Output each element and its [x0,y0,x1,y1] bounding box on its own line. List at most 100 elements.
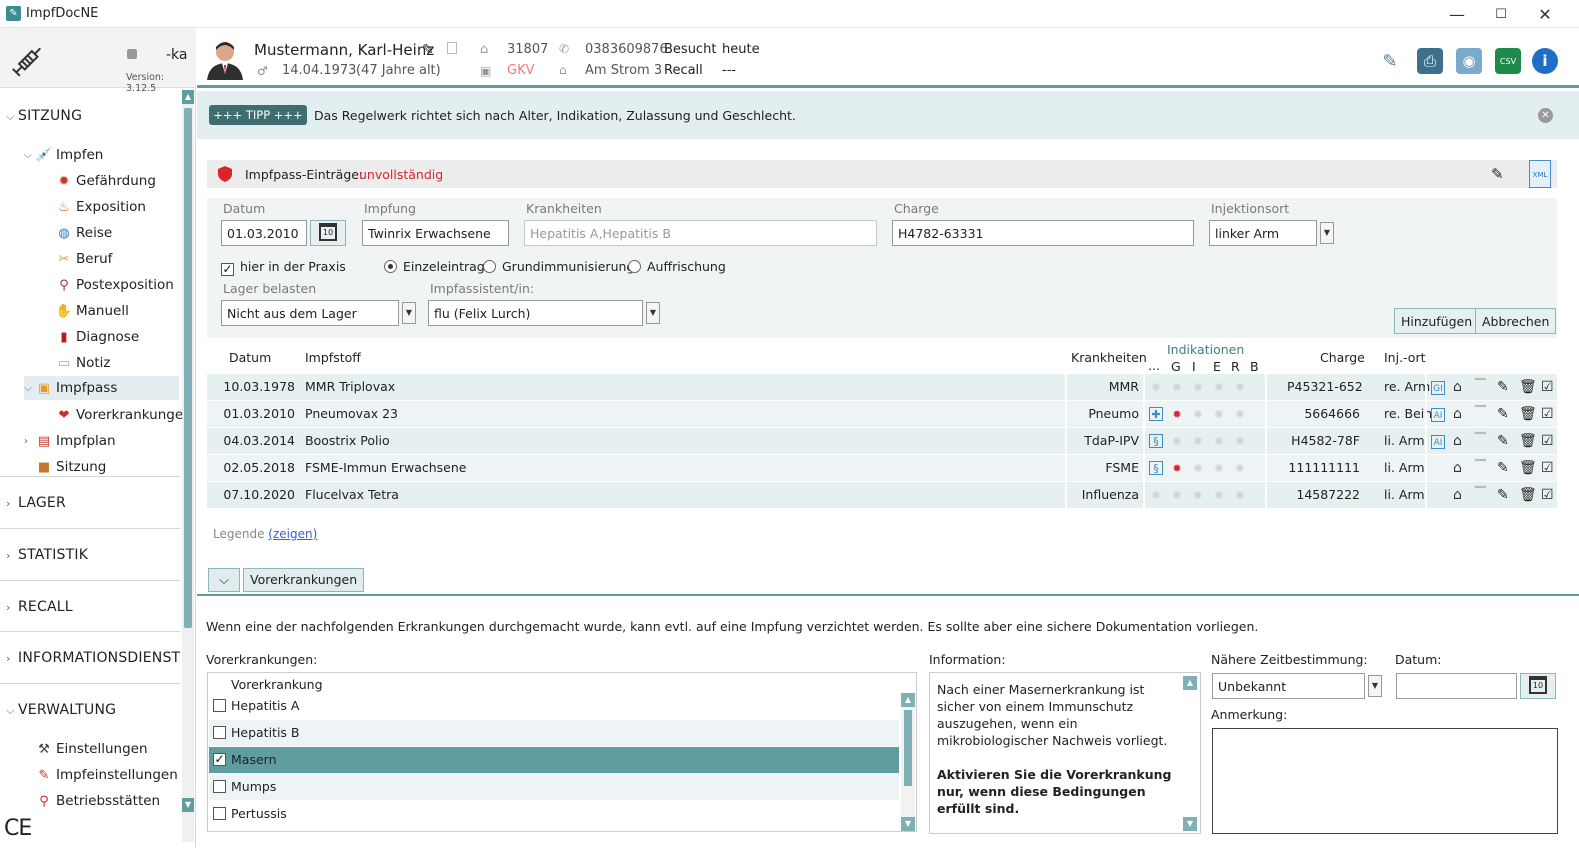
info-icon[interactable]: i [1532,48,1558,74]
home-icon[interactable]: ⌂ [1453,482,1462,508]
close-button[interactable]: ✕ [1523,0,1567,28]
tag-icon[interactable]: AI [1431,428,1445,454]
scroll-down-icon[interactable]: ▼ [182,798,194,812]
home-icon[interactable]: ⌂ [1453,374,1462,400]
scroll-up-icon[interactable]: ▲ [182,90,194,104]
scroll-up-icon[interactable]: ▲ [901,693,915,707]
tab-vorerkrankungen[interactable]: Vorerkrankungen [243,568,365,592]
syringe-action-icon[interactable]: ✎ [1377,48,1403,74]
section-sitzung[interactable]: ⌵ SITZUNG [6,108,82,124]
zeitbestimmung-select[interactable]: Unbekannt [1212,673,1365,699]
edit-icon[interactable]: ✎ [1497,455,1509,481]
assistent-dropdown-icon[interactable]: ▼ [646,302,660,324]
sidebar-item-impfplan[interactable]: › ▤ Impfplan [24,430,116,452]
edit-icon[interactable]: ✎ [1497,482,1509,508]
checkbox-icon[interactable] [213,780,226,793]
section-lager[interactable]: › LAGER [6,495,66,511]
col-charge[interactable]: Charge [1320,350,1365,365]
check-icon[interactable]: ☑ [1541,455,1554,481]
list-item[interactable]: ✓ Masern [209,747,899,773]
tag-icon[interactable]: AI [1431,401,1445,427]
close-tip-icon[interactable]: ✕ [1538,108,1553,123]
edit-patient-icon[interactable]: ✎ [422,42,434,58]
sidebar-item-impfpass[interactable]: ⌵ ▣ Impfpass [24,376,179,400]
home-icon[interactable]: ⌂ [1453,428,1462,454]
delete-icon[interactable]: 🗑 [1519,482,1537,508]
charge-input[interactable]: H4782-63331 [892,220,1194,246]
checkbox-checked-icon[interactable]: ✓ [213,753,226,766]
sidebar-item-notiz[interactable]: ▭ Notiz [56,352,111,374]
tag-icon[interactable]: GI [1431,374,1445,400]
list-item[interactable]: Mumps [209,774,899,800]
delete-icon[interactable]: 🗑 [1519,428,1537,454]
table-row[interactable]: 02.05.2018 FSME-Immun Erwachsene FSME 11111… [207,455,1557,481]
sidebar-item-impfen[interactable]: ⌵ 💉 Impfen [24,144,103,166]
datum-input-bottom[interactable] [1396,673,1517,699]
edit-impfpass-icon[interactable]: ✎ [1491,165,1504,183]
anmerkung-textarea[interactable] [1212,728,1558,834]
list-item[interactable]: Hepatitis A [209,693,899,719]
cancel-button[interactable]: Abbrechen [1475,308,1557,334]
col-krankheiten[interactable]: Krankheiten [1071,350,1147,365]
sidebar-item-gefaehrdung[interactable]: ✹ Gefährdung [56,170,156,192]
check-icon[interactable]: ☑ [1541,428,1554,454]
table-row[interactable]: 10.03.1978 MMR Triplovax MMR P45321-652 re. … [207,374,1557,400]
legend-toggle-link[interactable]: (zeigen) [268,527,317,541]
note-icon[interactable] [447,42,457,54]
list-item[interactable]: Pertussis [209,801,899,827]
check-icon[interactable]: ☑ [1541,482,1554,508]
collapse-tab-button[interactable]: ⌵ [208,568,240,592]
sidebar-item-betriebsstaetten[interactable]: ⚲ Betriebsstätten [36,790,160,812]
add-button[interactable]: Hinzufügen [1394,308,1480,334]
note-icon[interactable]: ▔ [1475,374,1486,400]
check-icon[interactable]: ☑ [1541,401,1554,427]
sidebar-item-beruf[interactable]: ✂ Beruf [56,248,113,270]
scroll-down-icon[interactable]: ▼ [1183,817,1197,831]
xml-export-icon[interactable]: XML [1529,160,1551,188]
sidebar-item-postexposition[interactable]: ⚲ Postexposition [56,274,174,296]
edit-icon[interactable]: ✎ [1497,374,1509,400]
edit-icon[interactable]: ✎ [1497,401,1509,427]
scroll-thumb[interactable] [904,710,912,786]
csv-export-icon[interactable]: CSV [1495,48,1521,74]
radio-auffrischung[interactable]: Auffrischung [628,259,726,274]
checkbox-icon[interactable] [213,726,226,739]
scroll-down-icon[interactable]: ▼ [901,817,915,831]
datum-calendar-button-bottom[interactable]: 10 [1520,673,1556,699]
delete-icon[interactable]: 🗑 [1519,455,1537,481]
sidebar-item-manuell[interactable]: ✋ Manuell [56,300,129,322]
note-icon[interactable]: ▔ [1475,455,1486,481]
lager-dropdown-icon[interactable]: ▼ [402,302,416,324]
check-icon[interactable]: ☑ [1541,374,1554,400]
sidebar-item-reise[interactable]: ◍ Reise [56,222,112,244]
home-icon[interactable]: ⌂ [1453,401,1462,427]
sidebar-scrollbar[interactable]: ▲ ▼ [182,90,194,842]
camera-icon[interactable]: ◉ [1456,48,1482,74]
datum-input[interactable]: 01.03.2010 [221,220,307,246]
table-row[interactable]: 07.10.2020 Flucelvax Tetra Influenza 145872… [207,482,1557,508]
col-datum[interactable]: Datum [229,350,271,365]
col-injort[interactable]: Inj.-ort [1384,350,1426,365]
delete-icon[interactable]: 🗑 [1519,401,1537,427]
section-verwaltung[interactable]: ⌵ VERWALTUNG [6,702,116,718]
injektionsort-select[interactable]: linker Arm [1209,220,1317,246]
sidebar-item-einstellungen[interactable]: ⚒ Einstellungen [36,738,147,760]
sidebar-item-impfeinstellungen[interactable]: ✎ Impfeinstellungen [36,764,178,786]
home-icon[interactable]: ⌂ [1453,455,1462,481]
note-icon[interactable]: ▔ [1475,401,1486,427]
table-row[interactable]: 01.03.2010 Pneumovax 23 Pneumo 5664666 re. B… [207,401,1557,427]
delete-icon[interactable]: 🗑 [1519,374,1537,400]
maximize-button[interactable]: ☐ [1479,0,1523,28]
praxis-checkbox[interactable]: ✓ hier in der Praxis [221,259,346,276]
note-icon[interactable]: ▔ [1475,428,1486,454]
note-icon[interactable]: ▔ [1475,482,1486,508]
section-recall[interactable]: › RECALL [6,599,73,615]
table-row[interactable]: 04.03.2014 Boostrix Polio TdaP-IPV H4582-78… [207,428,1557,454]
col-more[interactable]: ... [1148,358,1160,373]
sidebar-item-sitzung[interactable]: ■ Sitzung [36,456,107,478]
radio-grundimmunisierung[interactable]: Grundimmunisierung [483,259,634,274]
minimize-button[interactable]: — [1435,0,1479,28]
scroll-thumb[interactable] [184,108,192,628]
list-scrollbar[interactable]: ▲ ▼ [901,693,915,831]
datum-calendar-button[interactable]: 10 [310,220,346,246]
